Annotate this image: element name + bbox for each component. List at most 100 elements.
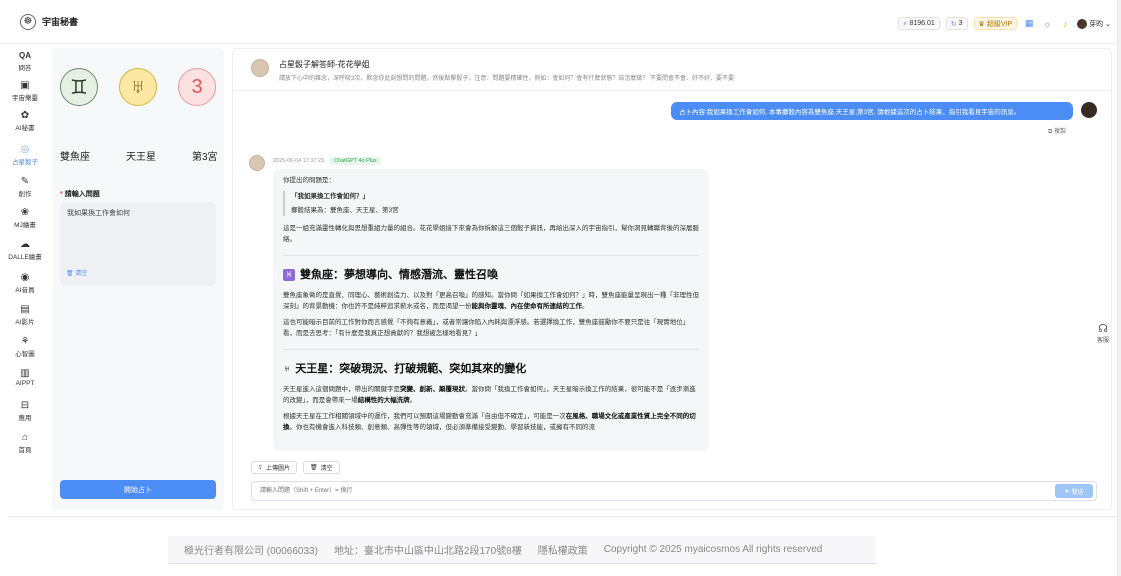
nav-item-ai-video[interactable]: ▤ AI影片 [0, 304, 50, 326]
scrollbar[interactable] [1117, 0, 1121, 576]
answer-paragraph: 根據天王星在工作相關領域中的運作，我們可以預期這場變動會充滿「自由但不確定」，可… [283, 413, 696, 431]
privacy-link[interactable]: 隱私權政策 [538, 542, 588, 557]
nav-item-create[interactable]: ✎ 創作 [0, 176, 50, 198]
nav-label: MJ繪畫 [14, 222, 36, 229]
house-label: 第3宮 [192, 152, 218, 163]
nav-label: 首頁 [18, 447, 32, 454]
footer-company: 極光行者有限公司 (00066033) [184, 546, 318, 557]
pencil-icon: ✎ [20, 176, 30, 187]
user-menu[interactable]: 芽昀 ⌄ [1077, 18, 1111, 29]
chat-header: 占星骰子解答師-花花學姐 請放下心中的雜念，深呼吸3次。默念你此刻想問的問題，然… [233, 49, 1111, 91]
nav-label: DALLE繪畫 [8, 254, 42, 261]
assistant-message: 你提出的問題是： 「我如果換工作會如何？」 擲骰結果為：雙魚座、天王星、第3宮 … [273, 169, 709, 451]
divider [283, 255, 699, 256]
nav-item-mindmap[interactable]: ⚘ 心智圖 [0, 336, 50, 358]
sign-label: 雙魚座 [60, 152, 90, 163]
crown-icon: ♛ [978, 20, 985, 28]
trash-icon: 🗑 [66, 271, 74, 277]
app-logo[interactable]: ☸ 宇宙秘書 [20, 13, 78, 30]
answer-paragraph: 天王星進入這個問題中，帶出的關鍵字是突變、創新、顛覆現狀。當你問「我換工作會如何… [283, 386, 696, 404]
chat-title: 占星骰子解答師-花花學姐 [279, 60, 370, 69]
credits-badge[interactable]: ⚡ 8196.01 [897, 17, 940, 30]
left-navigation: QA 問答 ▣ 宇宙樂靈 ✿ AI秘書 ◎ 占星骰子 ✎ 創作 ❀ MJ繪畫 ☁ DALLE繪… [0, 44, 50, 514]
planet-label: 天王星 [126, 152, 156, 163]
vip-badge[interactable]: ♛ 超級VIP [973, 17, 1018, 30]
avatar [249, 155, 265, 171]
quote-question: 「我如果換工作會如何？」 [291, 193, 369, 200]
nav-label: 占星骰子 [12, 159, 38, 166]
count-value: 3 [958, 20, 963, 27]
start-divination-button[interactable]: 開始占卜 [60, 480, 216, 499]
vip-label: 超級VIP [986, 20, 1013, 28]
question-label: * 請輸入問題 [60, 191, 100, 198]
slides-icon: ▥ [20, 368, 30, 379]
top-bar: ☸ 宇宙秘書 ⚡ 8196.01 ↻ 3 ♛ 超級VIP ▦ ☼ ♪ 芽昀 ⌄ [0, 0, 1121, 44]
mindmap-icon: ⚘ [20, 336, 30, 347]
bell-icon[interactable]: ♪ [1059, 18, 1071, 30]
upload-icon: ⇪ [258, 465, 264, 471]
nav-label: AIPPT [15, 380, 35, 387]
nav-item-dalle[interactable]: ☁ DALLE繪畫 [0, 239, 50, 261]
count-badge[interactable]: ↻ 3 [945, 17, 968, 30]
nav-item-cosmic[interactable]: ▣ 宇宙樂靈 [0, 80, 50, 102]
home-icon: ⌂ [21, 432, 29, 443]
nav-label: 宇宙樂靈 [12, 95, 38, 102]
nav-item-home[interactable]: ⌂ 首頁 [0, 432, 50, 454]
send-icon: ➤ [1064, 488, 1070, 495]
message-meta: 2025-06-04 17:37:23 ChatGPT 4o Plus [273, 157, 381, 165]
dice-panel: ♊ ♅ 3 雙魚座 天王星 第3宮 * 請輸入問題 我如果換工作會如何 🗑 清空 … [52, 48, 224, 510]
clear-question-button[interactable]: 🗑 清空 [66, 268, 87, 277]
footer-address: 地址：臺北市中山區中山北路2段170號8樓 [333, 546, 522, 557]
nav-label: AI影片 [15, 319, 35, 326]
nav-label: 應用 [18, 415, 32, 422]
divider [283, 349, 699, 350]
answer-paragraph: 這是一組充滿靈性轉化與思想重組力量的組合。花花學姐接下來會為你拆解這三個骰子資訊… [283, 225, 699, 243]
upload-image-button[interactable]: ⇪ 上傳圖片 [251, 461, 298, 474]
qa-icon: QA [19, 51, 31, 60]
send-button[interactable]: ➤ 發送 [1055, 484, 1093, 498]
chat-toolbar: ⇪ 上傳圖片 🗑 清空 [251, 461, 340, 474]
nav-label: AI音員 [15, 287, 35, 294]
headset-icon: ☊ [1098, 323, 1108, 335]
avatar [1077, 18, 1088, 29]
chat-input[interactable] [252, 482, 1032, 500]
answer-paragraph: 雙魚座象徵的是直覺、同理心、藝術創造力、以及對「更高召喚」的感知。當你問「如果換… [283, 292, 699, 310]
audio-icon: ◉ [20, 272, 30, 283]
nav-item-astro-dice[interactable]: ◎ 占星骰子 [0, 144, 50, 166]
user-name: 芽昀 [1089, 20, 1104, 28]
pisces-icon: ♓ [283, 269, 295, 281]
support-label: 客服 [1096, 338, 1109, 344]
chat-input-row: ➤發送 [251, 481, 1097, 501]
nav-item-apps[interactable]: ⊟ 應用 [0, 400, 50, 422]
chat-panel: 占星骰子解答師-花花學姐 請放下心中的雜念，深呼吸3次。默念你此刻想問的問題，然… [232, 48, 1112, 510]
nav-label: 心智圖 [15, 351, 35, 358]
nav-label: AI秘書 [15, 125, 35, 132]
apps-grid-icon[interactable]: ▦ [1023, 18, 1035, 30]
nav-item-mj[interactable]: ❀ MJ繪畫 [0, 207, 50, 229]
divider [8, 516, 1118, 517]
user-message: 占卜內容:我如果換工作會如何, 本事擲骰內容為雙魚座,天王星,第3宮, 請根據這… [671, 102, 1073, 120]
copy-button[interactable]: ⧉ 複製 [1048, 126, 1066, 136]
nav-item-qa[interactable]: QA 問答 [0, 50, 50, 72]
nav-item-aippt[interactable]: ▥ AIPPT [0, 368, 50, 387]
flower-icon: ✿ [20, 110, 30, 121]
lightning-icon: ⚡ [902, 20, 908, 28]
section-heading: ♅ 天王星：突破現況、打破規範、突如其來的變化 [283, 363, 527, 375]
copy-icon: ⧉ [1048, 129, 1053, 135]
answer-intro: 你提出的問題是： [283, 177, 335, 184]
nav-item-ai-audio[interactable]: ◉ AI音員 [0, 272, 50, 294]
dice-icon: ◎ [20, 144, 30, 155]
clear-chat-button[interactable]: 🗑 清空 [303, 461, 340, 474]
logo-icon: ☸ [20, 13, 36, 30]
chat-subtitle: 請放下心中的雜念，深呼吸3次。默念你此刻想問的問題，然後點擊骰子。注意：問題要精… [279, 76, 735, 82]
refresh-icon: ↻ [950, 20, 957, 28]
quote-result: 擲骰結果為：雙魚座、天王星、第3宮 [291, 207, 399, 214]
nav-item-ai-secretary[interactable]: ✿ AI秘書 [0, 110, 50, 132]
customer-support-button[interactable]: ☊ 客服 [1092, 322, 1114, 344]
message-timestamp: 2025-06-04 17:37:23 [273, 158, 325, 164]
footer-copyright: Copyright © 2025 myaicosmos All rights r… [603, 544, 823, 555]
sun-theme-icon[interactable]: ☼ [1041, 18, 1053, 30]
model-badge: ChatGPT 4o Plus [330, 157, 381, 165]
house-number-badge: 3 [178, 68, 216, 106]
book-icon: ▣ [20, 80, 30, 91]
